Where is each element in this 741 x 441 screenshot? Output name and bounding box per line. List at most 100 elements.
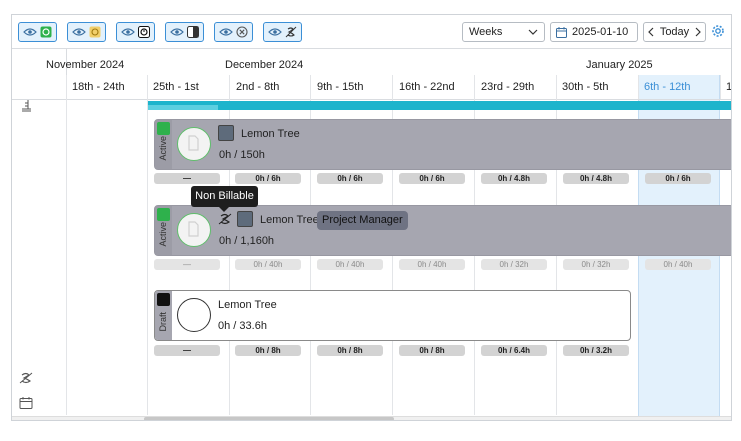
allocation-progress-partial — [148, 105, 218, 110]
assignment-title: Lemon Tree — [241, 128, 300, 140]
grid-line — [147, 99, 148, 415]
week-divider — [66, 75, 67, 99]
week-divider — [638, 75, 639, 99]
weekly-hours: 0h / 6h — [317, 173, 383, 184]
pending-badge-icon — [89, 26, 101, 38]
horizontal-scrollbar[interactable] — [12, 416, 731, 420]
active-badge-icon — [40, 26, 52, 38]
weekly-hours: 0h / 8h — [399, 345, 465, 356]
assignment-hours: 0h / 150h — [219, 149, 265, 161]
active-badge-icon — [157, 122, 170, 135]
weekly-hours: 0h / 4.8h — [563, 173, 629, 184]
today-navigator: Today — [643, 22, 706, 42]
draft-badge-icon — [138, 26, 150, 38]
header-divider — [12, 99, 731, 100]
weekly-hours: 0h / 40h — [645, 259, 711, 270]
weekly-hours: 0h / 32h — [481, 259, 547, 270]
document-icon — [188, 135, 199, 151]
link-icon[interactable] — [237, 211, 253, 227]
status-stripe: Draft — [155, 291, 172, 340]
resource-planner: Weeks 2025-01-10 Today November 2024 Dec… — [11, 14, 732, 421]
filter-draft-toggle[interactable] — [116, 22, 155, 42]
eye-icon — [72, 28, 86, 36]
date-value: 2025-01-10 — [572, 26, 629, 38]
avatar — [177, 213, 211, 247]
weekly-hours: 0h / 8h — [317, 345, 383, 356]
weekly-hours: — — [154, 259, 220, 270]
week-label: 9th - 15th — [317, 81, 364, 93]
week-label: 30th - 5th — [562, 81, 609, 93]
assignment-card-draft[interactable]: Draft Lemon Tree 0h / 33.6h — [154, 290, 631, 341]
grid-line — [66, 99, 67, 415]
non-billable-icon[interactable] — [218, 212, 232, 226]
chevron-right-icon[interactable] — [695, 27, 701, 37]
weekly-hours: 0h / 6h — [235, 173, 301, 184]
status-label: Active — [158, 222, 168, 247]
gear-icon[interactable] — [711, 24, 725, 38]
week-divider — [392, 75, 393, 99]
eye-icon — [23, 28, 37, 36]
chevron-down-icon — [528, 29, 538, 35]
month-label: November 2024 — [46, 59, 125, 71]
calendar-icon[interactable] — [19, 396, 33, 410]
filter-active-toggle[interactable] — [18, 22, 57, 42]
resource-tree-icon[interactable] — [19, 99, 33, 113]
avatar — [177, 127, 211, 161]
weekly-hours: 0h / 3.2h — [563, 345, 629, 356]
month-label: January 2025 — [586, 59, 653, 71]
week-divider — [147, 75, 148, 99]
week-divider — [474, 75, 475, 99]
toolbar: Weeks 2025-01-10 Today — [12, 15, 731, 49]
month-label: December 2024 — [225, 59, 304, 71]
document-icon — [188, 221, 199, 237]
split-badge-icon — [187, 26, 199, 38]
weekly-hours: — — [154, 173, 220, 184]
weekly-hours: 0h / 8h — [235, 345, 301, 356]
eye-icon — [219, 28, 233, 36]
draft-badge-icon — [157, 293, 170, 306]
date-picker[interactable]: 2025-01-10 — [550, 22, 638, 42]
week-label: 18th - 24th — [72, 81, 125, 93]
assignment-hours: 0h / 1,160h — [219, 235, 275, 247]
week-label: 1 — [726, 81, 732, 93]
assignment-card-active[interactable]: Active Lemon Tree Project Manager 0h / 1… — [154, 205, 731, 256]
eye-icon — [170, 28, 184, 36]
assignment-card-active[interactable]: Active Lemon Tree 0h / 150h — [154, 119, 731, 170]
today-button[interactable]: Today — [660, 26, 689, 38]
filter-non-billable-toggle[interactable] — [263, 22, 302, 42]
status-stripe: Active — [155, 120, 172, 169]
status-label: Draft — [158, 312, 168, 332]
filter-pending-toggle[interactable] — [67, 22, 106, 42]
status-label: Active — [158, 136, 168, 161]
eye-icon — [268, 28, 282, 36]
week-label-current: 6th - 12th — [644, 81, 691, 93]
filter-split-toggle[interactable] — [165, 22, 204, 42]
avatar — [177, 298, 211, 332]
non-billable-icon — [285, 26, 297, 38]
week-divider — [229, 75, 230, 99]
weekly-hours: 0h / 40h — [399, 259, 465, 270]
cancel-circle-icon — [236, 26, 248, 38]
non-billable-icon[interactable] — [19, 371, 33, 385]
range-select[interactable]: Weeks — [462, 22, 545, 42]
weekly-hours: 0h / 40h — [235, 259, 301, 270]
week-label: 2nd - 8th — [236, 81, 280, 93]
weekly-hours: 0h / 6h — [645, 173, 711, 184]
weekly-hours: 0h / 4.8h — [481, 173, 547, 184]
link-icon[interactable] — [218, 125, 234, 141]
assignment-title: Lemon Tree — [218, 299, 277, 311]
filter-cancelled-toggle[interactable] — [214, 22, 253, 42]
role-tag: Project Manager — [317, 211, 408, 230]
chevron-left-icon[interactable] — [648, 27, 654, 37]
weekly-hours: — — [154, 345, 220, 356]
weekly-hours: 0h / 6.4h — [481, 345, 547, 356]
scrollbar-thumb[interactable] — [144, 417, 394, 420]
eye-icon — [121, 28, 135, 36]
allocation-progress-bar — [148, 101, 731, 110]
week-divider — [556, 75, 557, 99]
calendar-icon — [556, 26, 567, 38]
week-divider — [310, 75, 311, 99]
non-billable-tooltip: Non Billable — [191, 186, 258, 212]
range-select-value: Weeks — [469, 26, 503, 38]
weekly-hours: 0h / 40h — [317, 259, 383, 270]
